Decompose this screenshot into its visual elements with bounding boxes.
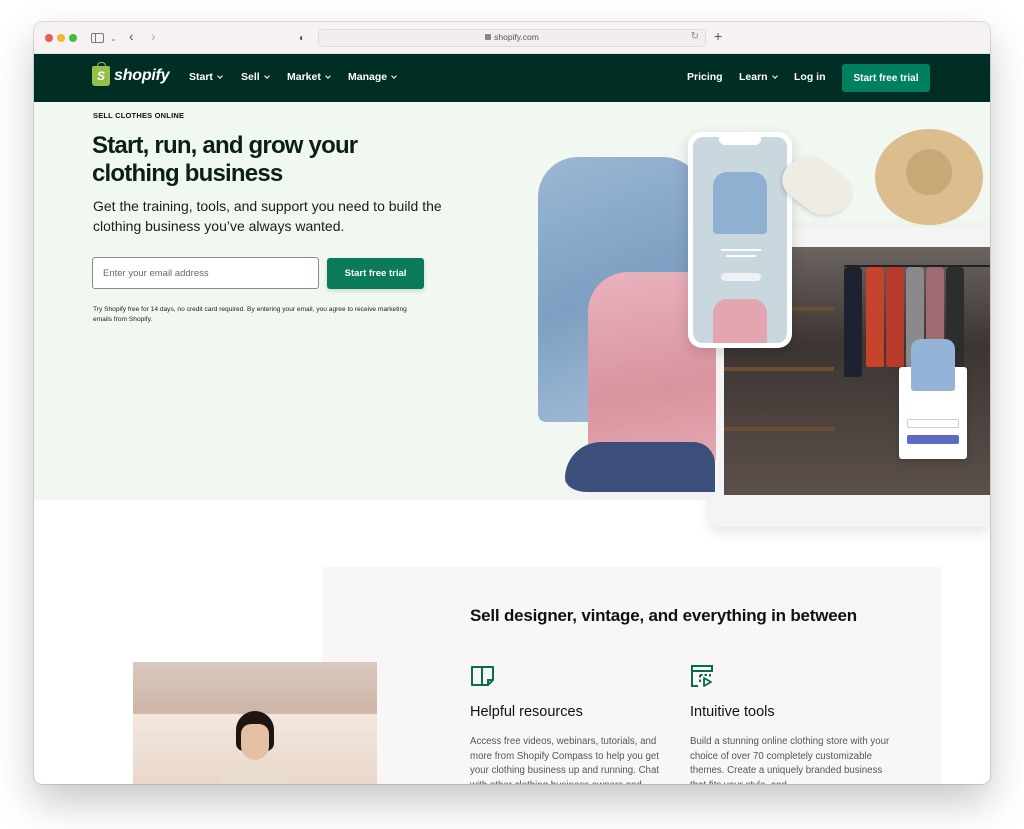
nav-manage[interactable]: Manage: [348, 71, 397, 83]
hero-collage-image: [530, 102, 990, 532]
phone-button: [721, 273, 761, 281]
coat: [866, 267, 884, 367]
phone-notch: [719, 137, 761, 145]
phone-mockup: [688, 132, 792, 348]
straw-hat-image: [875, 129, 983, 225]
nav-sell-label: Sell: [241, 71, 260, 83]
browser-toolbar: ⌄ ‹ › ◐ shopify.com ↻ +: [34, 22, 990, 54]
nav-manage-label: Manage: [348, 71, 388, 83]
site-header: S shopify Start Sell Market Manage Prici…: [34, 54, 990, 102]
feature-body: Access free videos, webinars, tutorials,…: [470, 736, 660, 784]
phone-screen: [693, 137, 787, 343]
shield-icon[interactable]: ◐: [299, 31, 305, 47]
coat: [886, 267, 904, 367]
chevron-down-icon[interactable]: ⌄: [110, 31, 117, 47]
chevron-down-icon: [217, 72, 223, 79]
popup-select: [907, 419, 959, 428]
shelf: [724, 367, 834, 371]
person-body: [219, 762, 291, 784]
nav-pricing-label: Pricing: [687, 71, 723, 83]
feature-title: Helpful resources: [470, 704, 583, 720]
lock-icon: [485, 34, 492, 40]
nav-login[interactable]: Log in: [794, 71, 826, 83]
nav-market-label: Market: [287, 71, 321, 83]
chevron-down-icon: [325, 72, 331, 79]
close-window-button[interactable]: [45, 34, 53, 42]
chevron-down-icon: [263, 72, 270, 79]
nav-pricing[interactable]: Pricing: [687, 71, 723, 83]
feature-title: Intuitive tools: [690, 704, 775, 720]
shopify-bag-icon: S: [92, 62, 110, 86]
minimize-window-button[interactable]: [57, 34, 65, 42]
nav-learn-label: Learn: [739, 71, 768, 83]
feature-helpful-resources: Helpful resources Access free videos, we…: [470, 664, 680, 784]
hero-start-free-trial-button[interactable]: Start free trial: [327, 258, 424, 289]
features-title: Sell designer, vintage, and everything i…: [470, 606, 857, 625]
phone-text-line: [726, 255, 756, 257]
coat: [844, 267, 862, 377]
nav-sell[interactable]: Sell: [241, 71, 270, 83]
feature-body: Build a stunning online clothing store w…: [690, 736, 890, 784]
product-popup-card: [899, 339, 967, 459]
nav-login-label: Log in: [794, 71, 826, 83]
chevron-down-icon: [391, 72, 397, 79]
address-bar[interactable]: shopify.com ↻: [318, 29, 706, 47]
blue-shoes-image: [565, 442, 715, 500]
nav-learn[interactable]: Learn: [739, 71, 778, 83]
chevron-down-icon: [771, 72, 778, 79]
theme-editor-icon: [691, 665, 713, 687]
logo-text: shopify: [114, 67, 170, 84]
url-text: shopify.com: [494, 32, 539, 42]
nav-start[interactable]: Start: [189, 71, 223, 83]
hero-eyebrow: SELL CLOTHES ONLINE: [93, 111, 185, 120]
nav-start-label: Start: [189, 71, 213, 83]
shopify-logo[interactable]: S shopify: [92, 62, 170, 86]
hero-fine-print: Try Shopify free for 14 days, no credit …: [93, 306, 407, 323]
woman-photo: [133, 662, 377, 784]
browser-window: ⌄ ‹ › ◐ shopify.com ↻ + S shopify Start …: [34, 22, 990, 784]
reload-icon[interactable]: ↻: [691, 31, 699, 42]
hero-title: Start, run, and grow your clothing busin…: [92, 132, 358, 187]
nav-market[interactable]: Market: [287, 71, 331, 83]
maximize-window-button[interactable]: [69, 34, 77, 42]
phone-pink-jacket-image: [713, 299, 767, 343]
sidebar-icon[interactable]: [91, 33, 104, 43]
popup-jacket-image: [911, 339, 955, 391]
back-icon[interactable]: ‹: [129, 28, 134, 44]
shelf: [724, 427, 834, 431]
phone-jacket-image: [713, 172, 767, 234]
email-input[interactable]: [92, 257, 319, 289]
book-icon: [471, 666, 494, 686]
phone-text-line: [721, 249, 761, 251]
header-start-free-trial-button[interactable]: Start free trial: [842, 64, 930, 92]
hero-subtitle: Get the training, tools, and support you…: [93, 198, 442, 234]
forward-icon[interactable]: ›: [151, 28, 156, 44]
popup-add-button: [907, 435, 959, 444]
new-tab-icon[interactable]: +: [714, 28, 722, 44]
feature-intuitive-tools: Intuitive tools Build a stunning online …: [690, 664, 900, 784]
person-face: [241, 724, 269, 760]
